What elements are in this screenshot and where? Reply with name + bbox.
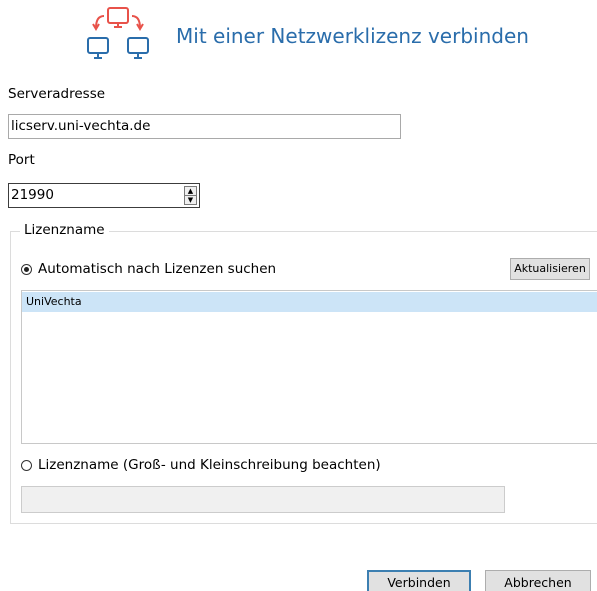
license-list[interactable]: UniVechta — [21, 290, 597, 444]
refresh-button[interactable]: Aktualisieren — [510, 258, 590, 280]
dialog-title: Mit einer Netzwerklizenz verbinden — [176, 24, 529, 48]
manual-license-label: Lizenzname (Groß- und Kleinschreibung be… — [38, 457, 381, 473]
license-name-group-legend: Lizenzname — [20, 222, 109, 238]
auto-search-label: Automatisch nach Lizenzen suchen — [38, 261, 277, 277]
server-address-input[interactable]: licserv.uni-vechta.de — [8, 114, 401, 139]
spin-down-arrow-icon[interactable]: ▼ — [185, 196, 196, 204]
server-address-label: Serveradresse — [8, 86, 106, 102]
server-address-value: licserv.uni-vechta.de — [11, 118, 151, 134]
port-value: 21990 — [11, 187, 54, 203]
port-spin-buttons: ▲ ▼ — [184, 186, 197, 205]
list-item[interactable]: UniVechta — [22, 292, 597, 312]
manual-license-input[interactable] — [21, 486, 505, 513]
cancel-button[interactable]: Abbrechen — [485, 570, 591, 591]
manual-license-radio[interactable] — [21, 459, 32, 471]
connect-button[interactable]: Verbinden — [367, 570, 471, 591]
network-computers-icon — [86, 4, 154, 64]
auto-search-radio[interactable] — [21, 263, 32, 275]
network-license-dialog: Mit einer Netzwerklizenz verbinden Serve… — [0, 0, 597, 591]
manual-license-radio-option[interactable]: Lizenzname (Groß- und Kleinschreibung be… — [21, 457, 381, 473]
port-label: Port — [8, 152, 35, 168]
spin-up-arrow-icon[interactable]: ▲ — [185, 187, 196, 196]
port-spinbox[interactable]: 21990 ▲ ▼ — [8, 183, 200, 208]
auto-search-radio-option[interactable]: Automatisch nach Lizenzen suchen — [21, 261, 276, 277]
